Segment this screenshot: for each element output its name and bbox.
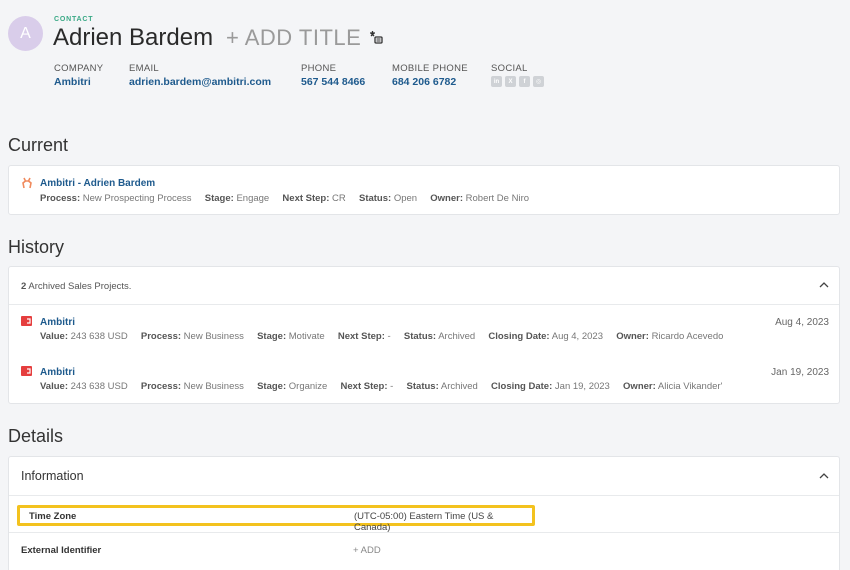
history-project-meta: Value: 243 638 USD Process: New Business…	[40, 381, 723, 392]
contact-type-label: CONTACT	[54, 16, 94, 23]
history-date: Aug 4, 2023	[775, 317, 829, 328]
contact-name[interactable]: Adrien Bardem	[53, 24, 213, 52]
email-label: EMAIL	[129, 63, 160, 74]
add-title-button[interactable]: + ADD TITLE	[226, 25, 361, 51]
current-project-meta: Process: New Prospecting Process Stage: …	[40, 193, 530, 204]
time-zone-value[interactable]: (UTC-05:00) Eastern Time (US & Canada)	[354, 511, 532, 533]
archived-project-icon	[21, 366, 32, 376]
chevron-up-icon[interactable]	[819, 471, 829, 481]
x-icon[interactable]: X	[505, 76, 516, 87]
linkedin-icon[interactable]: in	[491, 76, 502, 87]
history-section-title: History	[8, 237, 65, 257]
external-identifier-add-button[interactable]: + ADD	[353, 545, 381, 556]
mobile-phone-label: MOBILE PHONE	[392, 63, 468, 74]
current-project-card: Ambitri - Adrien Bardem Process: New Pro…	[8, 165, 840, 215]
external-identifier-label: External Identifier	[21, 545, 102, 556]
table-row[interactable]: Ambitri Value: 243 638 USD Process: New …	[9, 355, 839, 403]
sort-contact-icon[interactable]	[368, 30, 384, 46]
company-label: COMPANY	[54, 63, 104, 74]
archived-project-icon	[21, 316, 32, 326]
history-project-meta: Value: 243 638 USD Process: New Business…	[40, 331, 724, 342]
divider	[9, 495, 839, 496]
divider	[9, 532, 839, 533]
current-project-link[interactable]: Ambitri - Adrien Bardem	[40, 178, 155, 189]
details-section-title: Details	[8, 426, 64, 446]
avatar-initial: A	[20, 24, 31, 42]
archived-count: 2 Archived Sales Projects.	[21, 281, 132, 292]
social-label: SOCIAL	[491, 63, 528, 74]
sales-project-icon	[22, 177, 32, 189]
time-zone-row[interactable]: Time Zone (UTC-05:00) Eastern Time (US &…	[17, 505, 535, 533]
time-zone-label: Time Zone	[29, 511, 77, 522]
history-project-link[interactable]: Ambitri	[40, 367, 75, 378]
chevron-up-icon[interactable]	[819, 280, 829, 290]
information-card: Information Time Zone (UTC-05:00) Easter…	[8, 456, 840, 570]
phone-link[interactable]: 567 544 8466	[301, 76, 365, 88]
mobile-phone-link[interactable]: 684 206 6782	[392, 76, 456, 88]
history-card: 2 Archived Sales Projects. Ambitri Value…	[8, 266, 840, 404]
instagram-icon[interactable]: ◎	[533, 76, 544, 87]
history-date: Jan 19, 2023	[771, 367, 829, 378]
information-title[interactable]: Information	[21, 469, 84, 483]
email-link[interactable]: adrien.bardem@ambitri.com	[129, 76, 271, 88]
phone-label: PHONE	[301, 63, 337, 74]
avatar: A	[8, 16, 43, 51]
current-section-title: Current	[8, 135, 69, 155]
table-row[interactable]: Ambitri Value: 243 638 USD Process: New …	[9, 305, 839, 355]
facebook-icon[interactable]: f	[519, 76, 530, 87]
history-project-link[interactable]: Ambitri	[40, 317, 75, 328]
social-icons: in X f ◎	[491, 76, 544, 87]
company-link[interactable]: Ambitri	[54, 76, 91, 88]
